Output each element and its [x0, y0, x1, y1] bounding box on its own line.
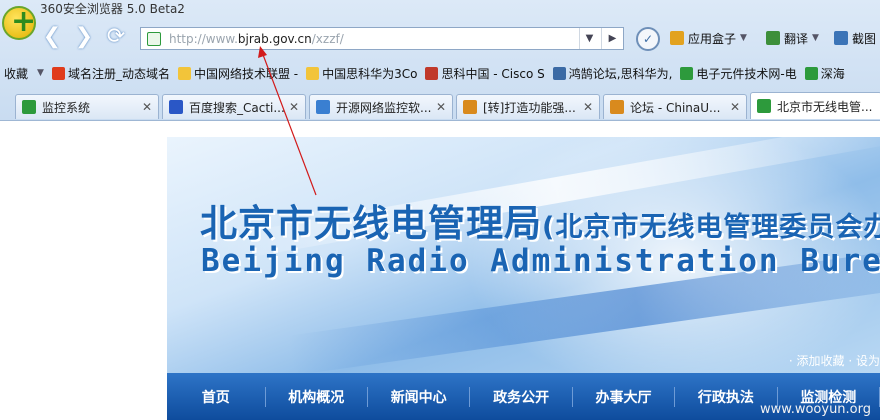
apps-box-label: 应用盒子 — [688, 31, 737, 46]
tab-label: 监控系统 — [42, 100, 91, 115]
chevron-down-icon: ▼ — [812, 33, 819, 43]
chinaunix-icon — [610, 100, 624, 114]
baidu-paw-icon — [169, 100, 183, 114]
translate-label: 翻译 — [784, 31, 809, 46]
chinaunix-icon — [463, 100, 477, 114]
close-icon[interactable]: ✕ — [581, 100, 595, 114]
url-dropdown-icon[interactable]: ▼ — [579, 28, 599, 49]
page-icon — [680, 66, 694, 80]
page-icon — [804, 66, 818, 80]
bird-icon — [552, 66, 566, 80]
nav-menu-item[interactable]: 办事大厅 — [573, 386, 676, 407]
bookmark-label: 电子元件技术网-电 — [696, 66, 797, 81]
page-content: 北京市无线电管理局(北京市无线电管理委员会办公室) Beijing Radio … — [0, 121, 880, 420]
browser-tab[interactable]: 开源网络监控软... ✕ — [309, 94, 453, 119]
page-icon — [757, 99, 771, 113]
go-arrow-icon[interactable]: ▶ — [601, 28, 623, 49]
watermark: www.wooyun.org — [760, 402, 872, 417]
page-icon — [22, 100, 36, 114]
browser-tab[interactable]: 百度搜索_Cacti... ✕ — [162, 94, 306, 119]
nav-menu-item[interactable]: 机构概况 — [266, 386, 368, 407]
apps-box-button[interactable]: 应用盒子 ▼ — [670, 28, 747, 48]
tab-bar: 监控系统 ✕ 百度搜索_Cacti... ✕ 开源网络监控软... ✕ [转]打造功能强..… — [0, 92, 880, 120]
bookmark-label: 深海 — [820, 66, 845, 81]
close-icon[interactable]: ✕ — [434, 100, 448, 114]
nav-menu-item[interactable]: 新闻中心 — [368, 386, 471, 407]
browser-logo-icon — [2, 4, 36, 40]
close-icon[interactable]: ✕ — [140, 100, 154, 114]
tab-label: 论坛 - ChinaU... — [630, 100, 721, 115]
bookmark-item[interactable]: 域名注册_动态域名 — [51, 65, 170, 82]
shield-icon[interactable]: ✓ — [636, 27, 660, 51]
back-arrow-icon[interactable]: ❮ — [40, 26, 64, 50]
chevron-down-icon: ▼ — [740, 33, 747, 43]
browser-tab[interactable]: [转]打造功能强... ✕ — [456, 94, 600, 119]
browser-tab[interactable]: 监控系统 ✕ — [15, 94, 159, 119]
bookmark-item[interactable]: 思科中国 - Cisco S — [425, 65, 545, 82]
bookmark-item[interactable]: 鸿鹄论坛,思科华为, — [552, 65, 673, 82]
bookmark-item[interactable]: 电子元件技术网-电 — [680, 65, 797, 82]
nav-menu-item[interactable]: 政务公开 — [470, 386, 573, 407]
site-banner: 北京市无线电管理局(北京市无线电管理委员会办公室) Beijing Radio … — [167, 137, 880, 373]
site-icon — [316, 100, 330, 114]
cisco-icon — [425, 66, 439, 80]
bookmark-label: 中国思科华为3Co — [322, 66, 418, 81]
bookmark-item[interactable]: 中国思科华为3Co — [306, 65, 417, 82]
translate-icon — [766, 31, 780, 45]
bookmark-label: 收藏 — [4, 66, 29, 81]
translate-button[interactable]: 翻译 ▼ — [766, 28, 819, 48]
bookmark-label: 鸿鹄论坛,思科华为, — [568, 66, 673, 81]
bookmark-bar: 收藏 ▼ 域名注册_动态域名 中国网络技术联盟 - 中国思科华为3Co 思科中国 - Ci… — [0, 62, 880, 84]
folder-icon — [177, 66, 191, 80]
forward-arrow-icon[interactable]: ❯ — [72, 26, 96, 50]
address-bar[interactable]: http://www.bjrab.gov.cn/xzzf/ ▼ ▶ — [140, 27, 624, 50]
chevron-down-icon[interactable]: ▼ — [37, 68, 44, 78]
folder-icon — [306, 66, 320, 80]
tab-label: 开源网络监控软... — [336, 100, 432, 115]
bookmark-item[interactable]: 收藏 ▼ — [4, 65, 44, 82]
browser-chrome: 360安全浏览器 5.0 Beta2 ❮ ❯ ⟳ http://www.bjra… — [0, 0, 880, 121]
bookmark-item[interactable]: 中国网络技术联盟 - — [177, 65, 299, 82]
ring-icon — [51, 66, 65, 80]
nav-menu-item[interactable]: 首页 — [167, 386, 266, 407]
close-icon[interactable]: ✕ — [728, 100, 742, 114]
bookmark-label: 中国网络技术联盟 - — [193, 66, 299, 81]
bookmark-item[interactable]: 深海 — [804, 65, 845, 82]
screenshot-button[interactable]: 截图 — [834, 28, 876, 48]
screenshot-label: 截图 — [852, 31, 877, 46]
site-title-cn: 北京市无线电管理局(北京市无线电管理委员会办公室) — [200, 202, 880, 245]
bookmark-label: 域名注册_动态域名 — [67, 66, 170, 81]
refresh-icon[interactable]: ⟳ — [104, 26, 128, 50]
tab-label: [转]打造功能强... — [483, 100, 576, 115]
close-icon[interactable]: ✕ — [287, 100, 301, 114]
url-text[interactable]: http://www.bjrab.gov.cn/xzzf/ — [169, 32, 344, 46]
bookmark-label: 思科中国 - Cisco S — [441, 66, 545, 81]
tab-label: 百度搜索_Cacti... — [189, 100, 285, 115]
banner-quick-links[interactable]: · 添加收藏 · 设为 — [789, 352, 880, 369]
site-title-en: Beijing Radio Administration Bureau — [201, 243, 880, 279]
box-icon — [670, 31, 684, 45]
browser-tab[interactable]: 论坛 - ChinaU... ✕ — [603, 94, 747, 119]
scissors-icon — [834, 31, 848, 45]
page-icon — [147, 31, 161, 46]
browser-tab[interactable]: 北京市无线电管... — [750, 92, 880, 119]
tab-label: 北京市无线电管... — [777, 99, 873, 114]
window-title: 360安全浏览器 5.0 Beta2 — [40, 2, 185, 16]
